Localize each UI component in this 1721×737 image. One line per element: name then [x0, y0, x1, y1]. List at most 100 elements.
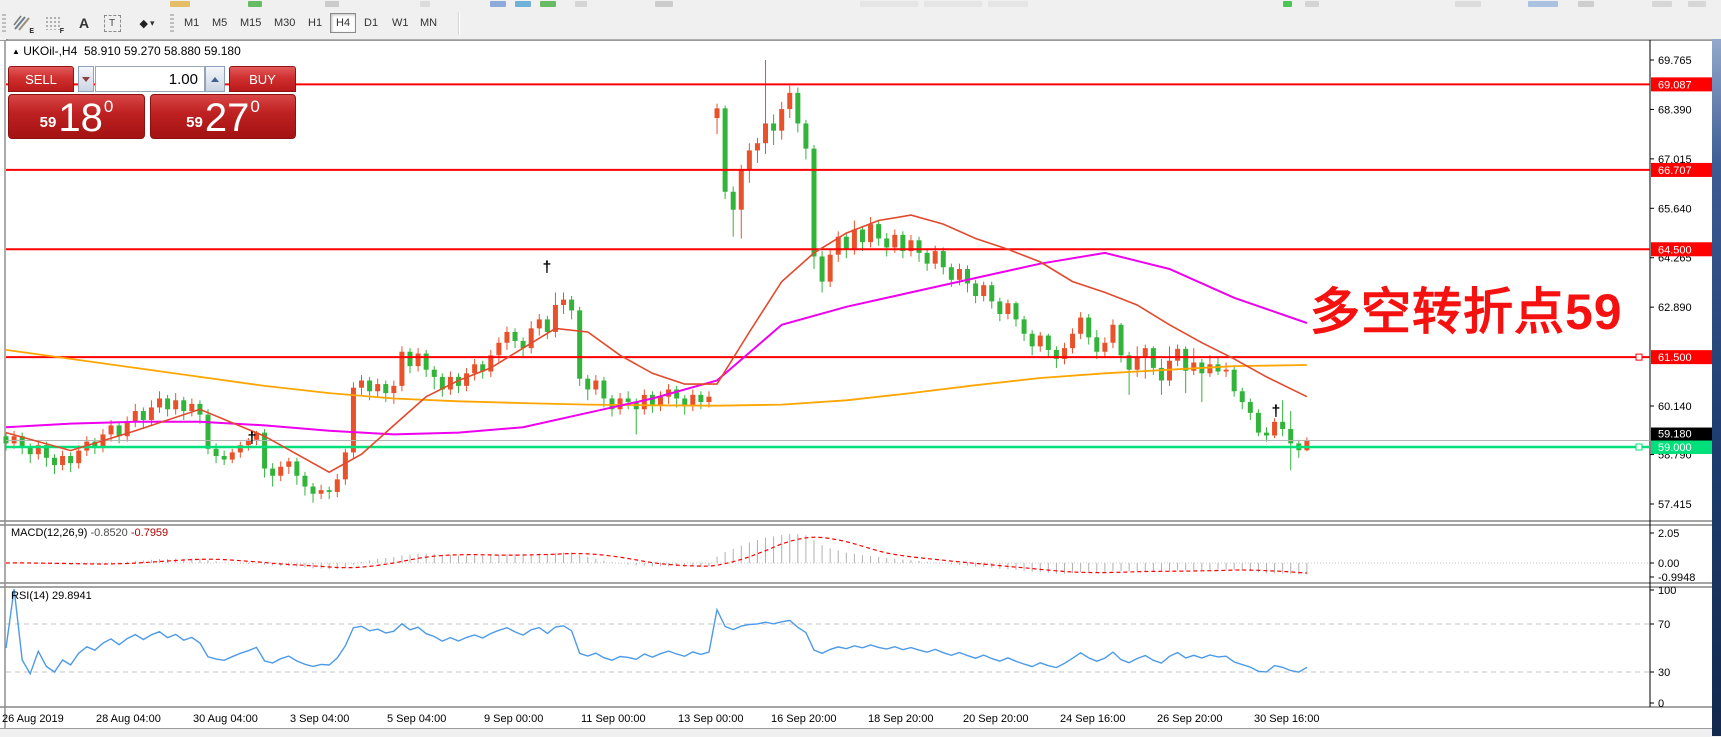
date-label: 5 Sep 04:00	[387, 713, 446, 725]
candle	[1264, 433, 1269, 436]
candle	[1248, 402, 1253, 413]
rsi-axis-label: 30	[1658, 667, 1670, 679]
clipped-icon	[325, 1, 339, 7]
candle	[706, 397, 711, 402]
toolbar-grip[interactable]	[2, 14, 6, 33]
line-handle[interactable]	[1636, 444, 1642, 450]
timeframe-button-m1[interactable]: M1	[178, 13, 205, 33]
cross-marker[interactable]: †	[543, 259, 552, 276]
candle	[1005, 303, 1010, 314]
date-label: 26 Aug 2019	[2, 713, 64, 725]
buy-button[interactable]: BUY	[229, 66, 296, 92]
candle	[779, 109, 784, 131]
clipped-icon	[540, 1, 556, 7]
volume-input[interactable]	[95, 66, 205, 92]
candle	[868, 224, 873, 242]
arrows-glyph: ◆	[140, 17, 148, 30]
symbol-label: UKOil-,H4	[23, 44, 77, 58]
candle	[408, 352, 413, 366]
buy-price-display[interactable]: 59270	[150, 94, 296, 139]
candle	[327, 490, 332, 492]
candle	[1240, 391, 1245, 402]
candle	[286, 461, 291, 466]
candle	[52, 458, 57, 465]
collapse-arrow-icon[interactable]: ▲	[12, 47, 20, 56]
clipped-icon	[420, 1, 430, 7]
crayon-tool-icon[interactable]: E	[10, 12, 34, 34]
timeframe-button-m15[interactable]: M15	[234, 13, 267, 33]
candle	[537, 319, 542, 328]
candle	[1119, 325, 1124, 356]
clipped-icon	[1688, 1, 1706, 7]
price-tick-label: 65.640	[1658, 203, 1692, 215]
candle	[1272, 422, 1277, 436]
candle	[270, 469, 275, 476]
line-handle[interactable]	[1636, 354, 1642, 360]
candle	[1232, 370, 1237, 392]
candle	[1046, 336, 1051, 350]
timeframe-button-mn[interactable]: MN	[414, 13, 443, 33]
sell-price-display[interactable]: 59180	[8, 94, 145, 139]
candle	[715, 108, 720, 118]
candle	[302, 476, 307, 487]
candle	[472, 364, 477, 373]
grid-glyph	[45, 16, 60, 30]
candle	[375, 384, 380, 391]
volume-increase-button[interactable]	[205, 66, 225, 92]
cross-marker[interactable]: †	[1272, 403, 1281, 420]
candle	[682, 398, 687, 405]
price-tick-label: 62.890	[1658, 302, 1692, 314]
timeframe-button-h1[interactable]: H1	[302, 13, 328, 33]
main-toolbar: E F A T ◆ ▾ M1M5M15M30H1H4D1W1MN	[0, 8, 1721, 40]
clipped-icon	[860, 1, 918, 7]
line-price-text: 59.000	[1658, 442, 1692, 454]
grid-tool-icon[interactable]: F	[40, 12, 64, 34]
candle	[1030, 334, 1035, 347]
timeframe-button-h4[interactable]: H4	[330, 13, 356, 33]
price-tick-label: 68.390	[1658, 104, 1692, 116]
candle	[852, 230, 857, 250]
cursor-arrows-icon[interactable]: ◆ ▾	[130, 12, 164, 34]
timeframe-button-d1[interactable]: D1	[358, 13, 384, 33]
candle	[1110, 325, 1115, 343]
candle	[860, 230, 865, 243]
timeframe-button-w1[interactable]: W1	[386, 13, 415, 33]
date-label: 13 Sep 00:00	[678, 713, 743, 725]
candle	[109, 425, 114, 434]
candle	[206, 415, 211, 449]
candle	[149, 407, 154, 420]
timeframe-button-m5[interactable]: M5	[206, 13, 233, 33]
ohlc-values: 58.910 59.270 58.880 59.180	[84, 44, 241, 58]
candle	[593, 380, 598, 389]
candle	[1304, 441, 1309, 451]
candle	[529, 328, 534, 348]
date-label: 26 Sep 20:00	[1157, 713, 1222, 725]
candle	[965, 269, 970, 283]
label-tool-icon[interactable]: T	[100, 12, 124, 34]
volume-decrease-button[interactable]	[78, 66, 94, 92]
clipped-icon	[1578, 1, 1594, 7]
candle	[383, 384, 388, 393]
toolbar-grip[interactable]	[170, 14, 174, 33]
candle	[892, 235, 897, 248]
buy-price-sup: 0	[250, 97, 259, 117]
candle	[181, 400, 186, 411]
candle	[1256, 413, 1261, 433]
candle	[513, 332, 518, 341]
candle	[214, 449, 219, 456]
price-chart[interactable]: 69.76568.39067.01565.64064.26562.89060.1…	[0, 40, 1712, 736]
chart-annotation-text[interactable]: 多空转折点59	[1310, 272, 1623, 344]
candle	[941, 251, 946, 267]
timeframe-button-m30[interactable]: M30	[268, 13, 301, 33]
candle	[1086, 318, 1091, 338]
date-label: 9 Sep 00:00	[484, 713, 543, 725]
candle	[997, 301, 1002, 314]
candle	[351, 388, 356, 453]
text-tool-icon[interactable]: A	[72, 12, 96, 34]
sell-button[interactable]: SELL	[8, 66, 74, 92]
window-right-edge[interactable]	[1712, 39, 1721, 736]
cross-marker[interactable]: †	[248, 430, 257, 447]
candle	[1078, 318, 1083, 334]
toolbar-separator	[458, 12, 460, 35]
candle	[68, 456, 73, 463]
